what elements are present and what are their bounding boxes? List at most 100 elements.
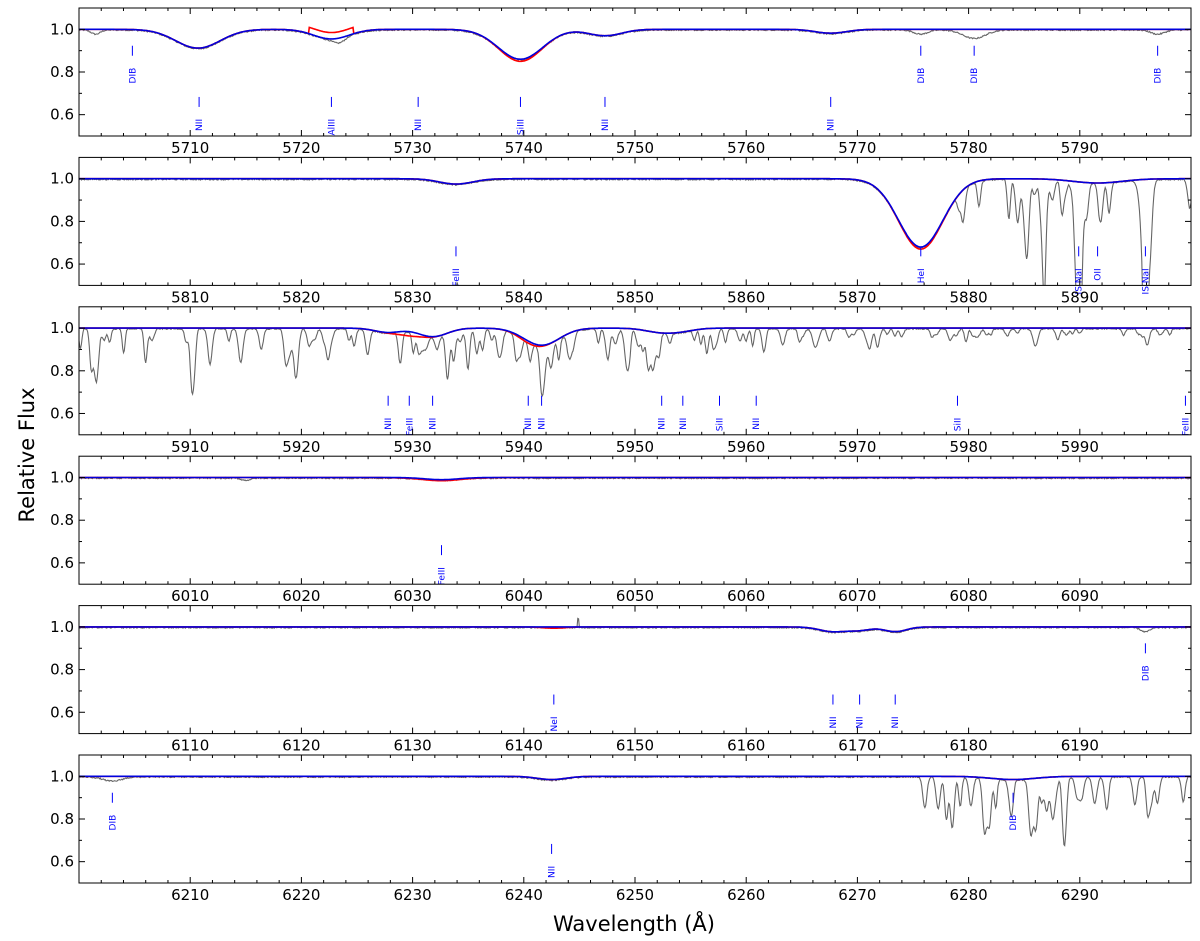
- y-tick-label: 0.8: [50, 63, 74, 81]
- line-id-label: NII: [384, 418, 394, 430]
- line-id-label: DIB: [917, 68, 927, 84]
- x-tick-label: 5950: [616, 438, 654, 456]
- panel-frame: [78, 7, 1192, 137]
- line-id-label: DIB: [970, 68, 980, 84]
- y-axis-title: Relative Flux: [15, 387, 39, 522]
- line-id-label: NII: [538, 418, 548, 430]
- x-tick-label: 5760: [727, 139, 765, 157]
- x-tick-label: 5990: [1061, 438, 1099, 456]
- x-tick-label: 5910: [171, 438, 209, 456]
- y-tick-label: 1.0: [50, 618, 74, 636]
- line-id-label: NII: [429, 418, 439, 430]
- line-id-label: DIB: [1141, 665, 1151, 681]
- y-tick-label: 0.8: [50, 810, 74, 828]
- x-tick-label: 6270: [838, 886, 876, 904]
- x-tick-label: 6290: [1061, 886, 1099, 904]
- line-id-label: NII: [891, 717, 901, 729]
- x-tick-label: 6130: [394, 737, 432, 755]
- x-tick-label: 6050: [616, 587, 654, 605]
- y-tick-label: 1.0: [50, 319, 74, 337]
- line-id-label: NII: [679, 418, 689, 430]
- x-tick-label: 5820: [282, 288, 320, 306]
- x-tick-label: 5780: [950, 139, 988, 157]
- x-tick-label: 5940: [505, 438, 543, 456]
- line-id-label: SiII: [954, 418, 964, 432]
- x-tick-label: 6090: [1061, 587, 1099, 605]
- line-id-label: NII: [829, 717, 839, 729]
- spectrum-panel-6: DIB NII DIB 6210 6220 6230 6240 6250 6260 6270 628…: [50, 754, 1192, 904]
- y-tick-label: 0.6: [50, 853, 74, 871]
- x-tick-label: 6160: [727, 737, 765, 755]
- line-id-label: FeIII: [438, 567, 448, 585]
- x-tick-label: 6170: [838, 737, 876, 755]
- panels: DIB NII AlIII NII SiIII NII NII DIB DIB DIB 5710 57…: [50, 7, 1192, 904]
- y-tick-label: 0.6: [50, 255, 74, 273]
- x-tick-label: 5850: [616, 288, 654, 306]
- line-id-label: NII: [856, 717, 866, 729]
- line-id-label: NII: [827, 119, 837, 131]
- x-tick-label: 6060: [727, 587, 765, 605]
- line-id-label: FeIII: [405, 418, 415, 436]
- spectrum-panel-5: NeI NII NII NII DIB 6110 6120 6130 6140 6150 6160 6…: [50, 605, 1192, 755]
- line-id-label: SiII: [716, 418, 726, 432]
- x-tick-label: 5770: [838, 139, 876, 157]
- x-tick-label: 5890: [1061, 288, 1099, 306]
- line-id-label: NeI: [550, 717, 560, 732]
- x-tick-label: 5840: [505, 288, 543, 306]
- x-tick-label: 5830: [394, 288, 432, 306]
- y-tick-label: 1.0: [50, 469, 74, 487]
- x-tick-label: 6150: [616, 737, 654, 755]
- x-tick-label: 6230: [394, 886, 432, 904]
- x-tick-label: 6240: [505, 886, 543, 904]
- line-id-label: NII: [752, 418, 762, 430]
- x-tick-label: 6070: [838, 587, 876, 605]
- x-tick-label: 6220: [282, 886, 320, 904]
- x-tick-label: 6280: [950, 886, 988, 904]
- x-tick-label: 6080: [950, 587, 988, 605]
- observed-spectrum-line: [79, 28, 1191, 62]
- line-id-label: NII: [414, 119, 424, 131]
- plot-area: [79, 775, 1191, 847]
- line-id-label: NII: [658, 418, 668, 430]
- x-tick-label: 6120: [282, 737, 320, 755]
- line-id-label: IS NaI: [1141, 268, 1151, 294]
- x-tick-label: 5970: [838, 438, 876, 456]
- x-tick-label: 5860: [727, 288, 765, 306]
- spectrum-panel-3: NII FeIII NII NII NII NII NII SiII NII SiII FeIII 5…: [50, 306, 1192, 456]
- line-id-label: NII: [524, 418, 534, 430]
- x-tick-label: 6180: [950, 737, 988, 755]
- x-tick-label: 6110: [171, 737, 209, 755]
- x-tick-label: 5810: [171, 288, 209, 306]
- model-spectrum-red-line: [79, 177, 1191, 250]
- line-id-label: HeI: [917, 268, 927, 283]
- plot-area: [79, 476, 1191, 482]
- panel-frame: [78, 754, 1192, 884]
- y-tick-label: 0.8: [50, 661, 74, 679]
- x-tick-label: 5730: [394, 139, 432, 157]
- line-id-label: OII: [1094, 268, 1104, 280]
- line-id-label: DIB: [128, 68, 138, 84]
- line-id-label: DIB: [1154, 68, 1164, 84]
- x-tick-label: 5960: [727, 438, 765, 456]
- y-tick-label: 0.6: [50, 106, 74, 124]
- x-tick-label: 6250: [616, 886, 654, 904]
- spectrum-figure: DIB NII AlIII NII SiIII NII NII DIB DIB DIB 5710 57…: [15, 7, 1192, 936]
- line-id-label: NII: [548, 866, 558, 878]
- y-tick-label: 0.6: [50, 554, 74, 572]
- y-tick-label: 0.6: [50, 703, 74, 721]
- x-tick-label: 5720: [282, 139, 320, 157]
- x-tick-label: 6030: [394, 587, 432, 605]
- model-spectrum-blue-line: [79, 626, 1191, 633]
- line-id-label: DIB: [108, 815, 118, 831]
- x-tick-label: 6210: [171, 886, 209, 904]
- x-axis-title: Wavelength (Å): [553, 910, 715, 936]
- x-tick-label: 6010: [171, 587, 209, 605]
- line-id-label: SiIII: [517, 119, 527, 135]
- spectrum-panel-2: FeIII HeI IS NaI OII IS NaI5810 5820 5830 5840 5…: [50, 156, 1192, 306]
- x-tick-label: 6040: [505, 587, 543, 605]
- x-tick-label: 5740: [505, 139, 543, 157]
- x-tick-label: 5930: [394, 438, 432, 456]
- model-spectrum-blue-line: [79, 28, 1191, 60]
- y-tick-label: 0.8: [50, 362, 74, 380]
- line-id-label: AlIII: [327, 119, 337, 136]
